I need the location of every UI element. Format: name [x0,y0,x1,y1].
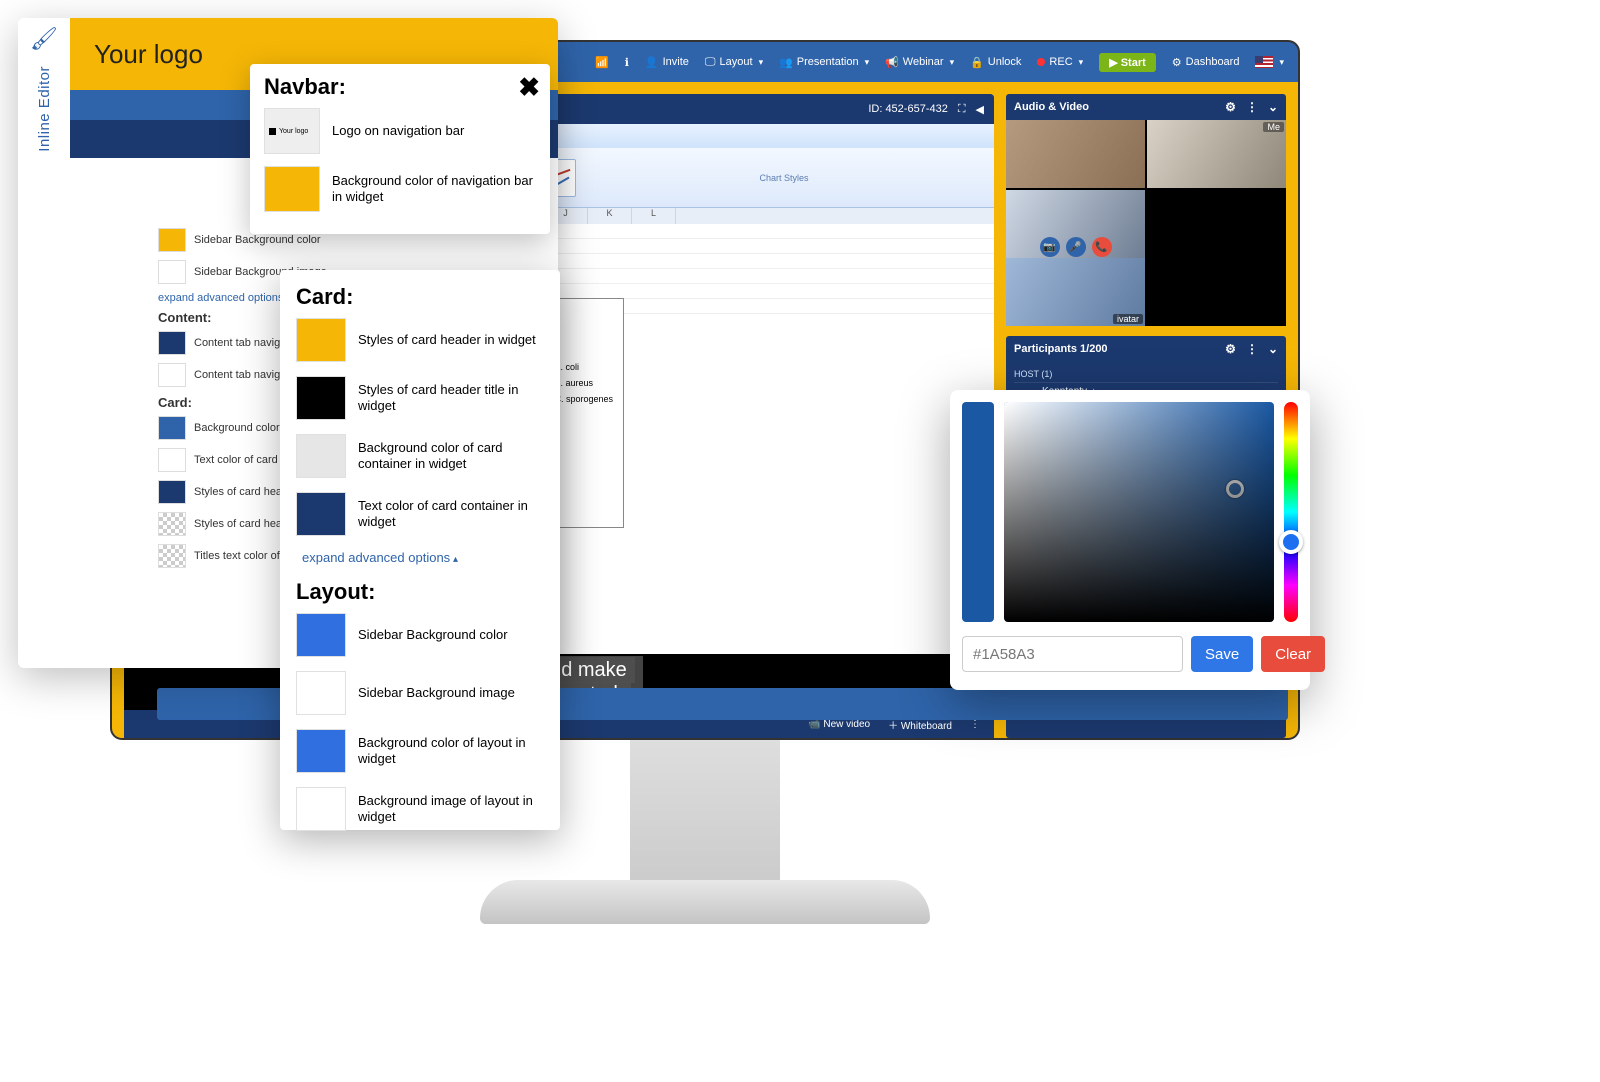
video-grid: Me 📷 🎤 📞 ivatar [1006,120,1286,326]
current-color-swatch [962,402,994,622]
video-tile[interactable]: 📷 🎤 📞 ivatar [1006,190,1145,326]
saturation-value-field[interactable] [1004,402,1274,622]
image-swatch[interactable] [296,671,346,715]
rec-indicator[interactable]: REC [1031,42,1089,82]
language-flag[interactable] [1249,42,1290,82]
ribbon-group-label: Chart Styles [759,173,808,183]
video-tile[interactable]: Me [1147,120,1286,188]
more-icon[interactable]: ⋮ [970,719,980,730]
clear-button[interactable]: Clear [1261,636,1325,672]
sv-cursor[interactable] [1226,480,1244,498]
arrow-left-icon[interactable]: ◀ [976,103,984,116]
popup-section-title: Layout: [296,579,544,605]
invite-button[interactable]: Invite [639,42,695,82]
popup-section-title: Card: [296,284,544,310]
logo-swatch[interactable]: Your logo [264,108,320,154]
audio-video-panel: Audio & Video ⋮ ⌄ Me 📷 🎤 📞 [1006,94,1286,326]
setting-row[interactable]: Background image of layout in widget [296,787,544,831]
layout-menu[interactable]: Layout [699,42,769,82]
close-icon[interactable]: ✖ [518,72,540,103]
setting-row[interactable]: Sidebar Background image [296,671,544,715]
card-layout-settings-popup: Card: Styles of card header in widget St… [280,270,560,830]
hue-slider[interactable] [1284,402,1298,622]
session-id: ID: 452-657-432 [868,103,948,115]
new-video-button[interactable]: 📹 New video [808,719,870,730]
expand-advanced-link[interactable]: expand advanced options [302,550,544,565]
hangup-icon[interactable]: 📞 [1092,237,1112,257]
image-swatch[interactable] [296,787,346,831]
color-swatch[interactable] [296,613,346,657]
video-tile[interactable]: ivatar [1006,258,1145,326]
color-swatch[interactable] [296,318,346,362]
hex-input[interactable] [962,636,1183,672]
more-icon[interactable]: ⋮ [1246,100,1258,114]
dashboard-button[interactable]: Dashboard [1166,42,1246,82]
setting-row[interactable]: Your logo Logo on navigation bar [264,108,536,154]
setting-row[interactable]: Text color of card container in widget [296,492,544,536]
hue-thumb[interactable] [1279,530,1303,554]
setting-row[interactable]: Sidebar Background color [296,613,544,657]
host-section-label: HOST (1) [1014,369,1278,379]
color-swatch[interactable] [264,166,320,212]
setting-row[interactable]: Background color of layout in widget [296,729,544,773]
video-tile[interactable] [1006,120,1145,188]
fullscreen-icon[interactable]: ⛶ [958,103,966,116]
collapse-icon[interactable]: ⌄ [1268,342,1278,356]
navbar-settings-popup: ✖ Navbar: Your logo Logo on navigation b… [250,64,550,234]
inline-editor-tab[interactable]: 🖌 Inline Editor [18,18,70,228]
setting-row[interactable]: Styles of card header in widget [296,318,544,362]
webinar-menu[interactable]: Webinar [879,42,960,82]
color-swatch[interactable] [296,729,346,773]
setting-row[interactable]: Background color of card container in wi… [296,434,544,478]
color-swatch[interactable] [296,434,346,478]
popup-title: Navbar: [264,74,536,100]
panel-title: Participants 1/200 [1014,343,1108,355]
save-button[interactable]: Save [1191,636,1253,672]
color-swatch[interactable] [296,376,346,420]
unlock-button[interactable]: Unlock [964,42,1027,82]
color-picker-popup: Save Clear [950,390,1310,690]
camera-icon[interactable]: 📷 [1040,237,1060,257]
brush-icon: 🖌 [30,26,58,52]
setting-row[interactable]: Styles of card header title in widget [296,376,544,420]
setting-row[interactable]: Background color of navigation bar in wi… [264,166,536,212]
gear-icon[interactable] [1225,100,1236,114]
info-icon[interactable] [619,42,635,82]
mic-icon[interactable]: 🎤 [1066,237,1086,257]
monitor-stand-base [480,880,930,924]
wifi-icon [589,42,615,82]
panel-title: Audio & Video [1014,101,1089,113]
collapse-icon[interactable]: ⌄ [1268,100,1278,114]
gear-icon[interactable] [1225,342,1236,356]
more-icon[interactable]: ⋮ [1246,342,1258,356]
color-swatch[interactable] [296,492,346,536]
presentation-menu[interactable]: Presentation [773,42,875,82]
start-button[interactable]: ▶ Start [1093,42,1162,82]
